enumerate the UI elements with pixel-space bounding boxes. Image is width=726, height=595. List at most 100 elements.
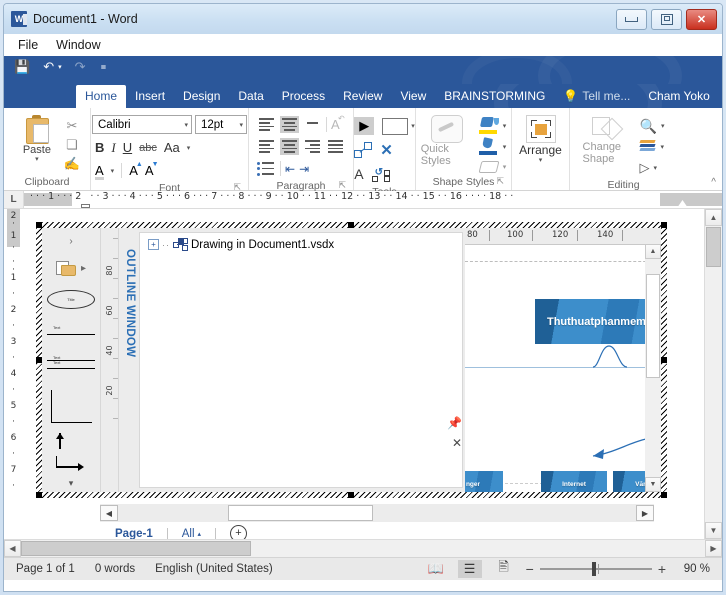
tab-insert[interactable]: Insert <box>126 85 174 108</box>
select-caret-icon[interactable]: ▾ <box>654 164 658 172</box>
visio-vertical-scrollbar[interactable]: ▲ ▼ <box>645 244 661 492</box>
read-mode-view-icon[interactable]: 📖 <box>424 560 448 578</box>
stencil-double-line-shape[interactable]: Text Text <box>47 355 95 369</box>
rectangle-tool-button[interactable]: ▾ <box>382 117 415 135</box>
align-left-button[interactable] <box>257 138 276 155</box>
close-button[interactable]: ✕ <box>686 9 717 30</box>
grow-font-button[interactable]: A ▲ <box>129 161 143 178</box>
shrink-font-button[interactable]: A ▼ <box>145 161 159 178</box>
delete-tool-icon[interactable]: ✕ <box>380 141 393 159</box>
text-direction-button[interactable]: A ↶ <box>331 114 345 132</box>
paste-button[interactable]: Paste ▾ <box>14 115 60 164</box>
tab-brainstorming[interactable]: BRAINSTORMING <box>435 85 554 108</box>
outline-close-icon[interactable]: ✕ <box>452 436 462 450</box>
text-tool-icon[interactable]: A <box>354 166 363 182</box>
vscroll-thumb[interactable] <box>706 227 721 267</box>
tab-process[interactable]: Process <box>273 85 334 108</box>
menu-item-file[interactable]: File <box>18 38 38 52</box>
underline-button[interactable]: U <box>123 140 132 155</box>
outline-tree[interactable]: + ·· Drawing in Document1.vsdx <box>139 232 463 488</box>
resize-handle-s[interactable] <box>348 492 354 498</box>
visio-node[interactable]: nger <box>465 471 503 492</box>
resize-handle-n[interactable] <box>348 222 354 228</box>
resize-handle-ne[interactable] <box>661 222 667 228</box>
font-color-caret-icon[interactable]: ▾ <box>111 167 115 175</box>
crop-tool-icon[interactable]: ↺ <box>371 166 390 182</box>
tab-review[interactable]: Review <box>334 85 391 108</box>
shape-styles-dialog-launcher[interactable]: ⇱ <box>496 173 504 189</box>
redo-icon[interactable]: ↷ <box>75 60 86 73</box>
visio-horizontal-scrollbar[interactable]: ◀ ▶ <box>100 504 654 522</box>
visio-node[interactable]: Thuthuatphanmem. <box>535 299 661 344</box>
tab-data[interactable]: Data <box>229 85 272 108</box>
effects-button[interactable]: ▾ <box>478 159 506 174</box>
status-page[interactable]: Page 1 of 1 <box>16 563 75 575</box>
fill-button[interactable]: ▾ <box>478 117 507 134</box>
font-color-button[interactable]: A <box>95 163 104 180</box>
indent-markers[interactable] <box>80 191 91 208</box>
bold-button[interactable]: B <box>95 140 104 155</box>
zoom-level[interactable]: 90 % <box>676 563 710 575</box>
shapes-scroll-down-icon[interactable]: ▾ <box>69 478 74 489</box>
stencil-corner-shape[interactable] <box>50 390 92 423</box>
zoom-out-button[interactable]: − <box>526 562 534 576</box>
doc-scroll-right-button[interactable]: ▶ <box>705 540 722 557</box>
print-layout-view-icon[interactable]: ☰ <box>457 560 482 578</box>
change-case-button[interactable]: Aa <box>164 140 180 155</box>
document-page[interactable]: › ▸ Title Text Text Text ▾ 80 60 40 20 O… <box>23 209 704 539</box>
bullets-button[interactable] <box>257 161 276 177</box>
shapes-expand-icon[interactable]: › <box>69 236 72 247</box>
save-icon[interactable]: 💾 <box>14 60 30 73</box>
find-button[interactable]: 🔍 ▾ <box>640 117 665 135</box>
scroll-up-button[interactable]: ▲ <box>705 209 722 226</box>
increase-indent-button[interactable]: ⇥ <box>299 162 309 176</box>
more-shapes-icon[interactable] <box>55 260 78 276</box>
page-tab-page-1[interactable]: Page-1 <box>115 528 153 540</box>
italic-button[interactable]: I <box>111 140 115 155</box>
shapes-panel[interactable]: › ▸ Title Text Text Text ▾ <box>42 228 101 492</box>
tab-stop-selector[interactable]: L <box>4 191 24 208</box>
visio-hscroll-thumb[interactable] <box>228 505 373 521</box>
zoom-slider[interactable]: − + <box>526 562 666 576</box>
account-name[interactable]: Cham Yoko <box>639 85 718 108</box>
zoom-thumb[interactable] <box>591 562 596 576</box>
horizontal-ruler[interactable]: L · · · 1 · · · 2 · · · 3 · · · 4 · · · … <box>4 191 722 209</box>
pin-icon[interactable]: 📌 <box>447 416 462 430</box>
zoom-track[interactable] <box>539 562 652 576</box>
status-language[interactable]: English (United States) <box>155 563 273 575</box>
minimize-button[interactable] <box>616 9 647 30</box>
visio-scroll-right-button[interactable]: ▶ <box>636 505 654 521</box>
align-center-button[interactable] <box>280 138 299 155</box>
stencil-line-shape[interactable]: Text <box>47 325 95 335</box>
font-size-combo[interactable]: 12pt ▾ <box>195 115 247 134</box>
visio-node[interactable]: Internet <box>541 471 607 492</box>
tree-item[interactable]: + ·· Drawing in Document1.vsdx <box>140 233 462 251</box>
customize-qat-icon[interactable]: ≣ <box>101 63 107 73</box>
layers-caret-icon[interactable]: ▾ <box>661 143 665 151</box>
document-horizontal-scrollbar[interactable]: ◀ ▶ <box>4 539 722 557</box>
menu-item-window[interactable]: Window <box>56 38 100 52</box>
visio-scroll-down-button[interactable]: ▼ <box>645 477 661 492</box>
resize-handle-e[interactable] <box>661 357 667 363</box>
document-vertical-scrollbar[interactable]: ▲ ▼ <box>704 209 722 539</box>
more-shapes-caret-icon[interactable]: ▸ <box>81 263 86 274</box>
visio-scroll-up-button[interactable]: ▲ <box>645 244 661 259</box>
fill-caret-icon[interactable]: ▾ <box>503 122 507 130</box>
scroll-down-button[interactable]: ▼ <box>705 522 722 539</box>
doc-hscroll-thumb[interactable] <box>21 541 251 556</box>
status-words[interactable]: 0 words <box>95 563 135 575</box>
connector-tool-icon[interactable] <box>354 142 373 158</box>
font-name-combo[interactable]: Calibri ▾ <box>92 115 192 134</box>
stencil-arrow-shape[interactable] <box>56 433 86 451</box>
insert-page-button[interactable]: + <box>230 525 248 539</box>
cut-icon[interactable]: ✂ <box>67 118 78 134</box>
doc-scroll-left-button[interactable]: ◀ <box>4 540 21 557</box>
find-caret-icon[interactable]: ▾ <box>661 122 665 130</box>
layers-button[interactable]: ▾ <box>638 138 665 156</box>
zoom-in-button[interactable]: + <box>658 562 666 576</box>
align-top-button[interactable] <box>257 116 276 133</box>
tab-view[interactable]: View <box>391 85 435 108</box>
web-layout-view-icon[interactable]: 🖹 <box>492 559 516 578</box>
quick-styles-button[interactable]: Quick Styles <box>421 115 473 167</box>
visio-scroll-left-button[interactable]: ◀ <box>100 505 118 521</box>
